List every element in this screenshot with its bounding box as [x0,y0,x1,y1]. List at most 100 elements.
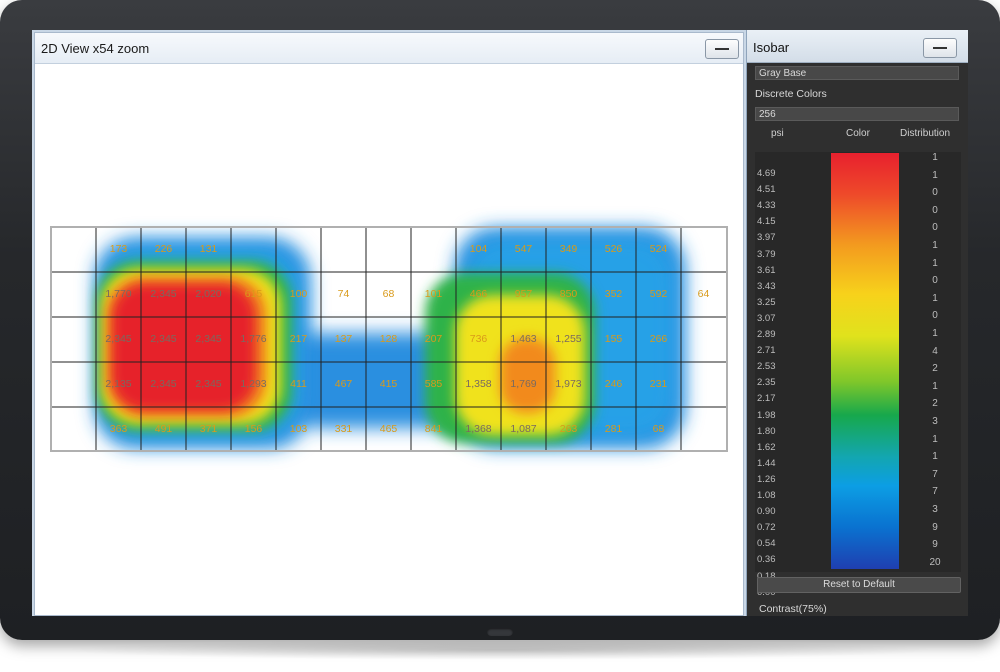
grid-cell-value: 850 [559,288,578,300]
distribution-value: 9 [932,521,938,533]
distribution-value: 3 [932,416,938,427]
isobar-panel: Isobar Gray Base Discrete Colors 256 psi… [746,30,968,616]
grid-cell-value: 415 [379,378,398,390]
grid-cell-value: 74 [337,288,350,300]
distribution-value: 1 [932,152,938,163]
grid-cell-value: 68 [382,288,395,300]
discrete-colors-input[interactable]: 256 [755,107,959,121]
distribution-value: 1 [932,292,938,304]
color-column-header: Color [846,128,870,139]
psi-value: 3.79 [757,248,776,260]
grid-cell-value: 957 [514,288,533,300]
grid-cell-value: 68 [652,423,665,435]
distribution-value: 1 [932,380,938,392]
psi-value: 1.44 [757,457,776,469]
grid-cell-value: 226 [154,243,173,255]
power-button[interactable] [487,628,513,636]
distribution-value: 20 [929,556,941,568]
grid-cell-value: 2,345 [150,378,177,390]
grid-cell-value: 156 [244,423,263,435]
grid-cell-value: 349 [559,243,578,255]
psi-value: 2.53 [757,361,776,373]
monitor-shadow [60,640,940,660]
contrast-label: Contrast(75%) [759,603,827,615]
distribution-value: 1 [932,169,938,181]
psi-value: 2.71 [757,345,776,357]
grid-cell-value: 467 [334,378,353,390]
grid-cell-value: 363 [109,423,128,435]
grid-cell-value: 1,368 [465,423,492,435]
distribution-value: 0 [932,275,938,287]
psi-value: 3.61 [757,264,776,276]
psi-value: 1.08 [757,490,776,501]
grid-cell-value: 411 [290,378,307,390]
grid-cell-value: 331 [334,423,353,435]
distribution-value: 0 [932,204,938,216]
app-screen: 2D View x54 zoom 173 226 131 104 547 349… [32,30,968,616]
color-scale-bar[interactable] [831,153,899,569]
grid-cell-value: 100 [289,288,308,300]
grid-cell-value: 2,345 [150,288,177,300]
distribution-value: 0 [932,310,938,322]
grid-cell-value: 352 [604,288,623,300]
grid-cell-value: 137 [334,333,353,345]
grid-cell-value: 491 [154,423,173,435]
grid-cell-value: 1,358 [465,378,492,390]
psi-value: 4.15 [757,216,776,228]
grid-cell-value: 1,255 [555,333,582,345]
psi-value: 2.35 [757,377,776,389]
grid-cell-value: 1,463 [510,333,537,345]
distribution-value: 0 [932,187,938,199]
grid-cell-value: 207 [424,333,443,345]
discrete-colors-label: Discrete Colors [755,88,827,100]
grid-cell-value: 736 [469,333,488,345]
distribution-value: 2 [932,363,938,375]
distribution-value: 0 [932,222,938,234]
grid-cell-value: 2,345 [105,333,132,345]
grid-cell-value: 266 [649,333,668,345]
psi-value: 1.62 [757,441,776,453]
psi-value: 2.89 [757,329,776,340]
grid-cell-value: 465 [379,423,398,435]
grid-cell-value: 103 [289,423,308,435]
psi-value: 1.98 [757,409,776,421]
psi-value: 1.80 [757,425,776,437]
psi-value: 1.26 [757,473,776,485]
grid-cell-value: 2,345 [195,378,222,390]
grid-cell-value: 2,135 [105,378,132,390]
grid-cell-value: 524 [649,243,668,255]
grid-cell-value: 1,770 [105,288,132,300]
psi-value: 0.36 [757,554,776,566]
isobar-minimize-button[interactable] [923,38,957,58]
minimize-icon [933,47,947,49]
base-select[interactable]: Gray Base [755,66,959,80]
distribution-value: 3 [932,504,938,515]
distribution-value: 1 [932,257,938,269]
reset-to-default-button[interactable]: Reset to Default [757,577,961,593]
isobar-scale: 4.69 4.51 4.33 4.15 3.97 3.79 3.61 3.43 3.25 3.07… [755,152,961,598]
grid-cell-value: 131 [199,243,218,255]
grid-cell-value: 101 [424,288,443,300]
distribution-value: 1 [932,433,938,445]
grid-cell-value: 592 [649,288,668,300]
distribution-value: 4 [932,345,938,357]
grid-cell-value: 281 [604,423,623,435]
grid-cell-value: 104 [469,243,488,255]
grid-cell-value: 2,345 [195,333,222,345]
psi-value: 0.90 [757,506,776,518]
grid-cell-value: 585 [424,378,443,390]
grid-cell-value: 2,020 [195,288,222,300]
psi-value: 3.43 [757,280,776,292]
monitor-bezel: 2D View x54 zoom 173 226 131 104 547 349… [0,0,1000,640]
distribution-value: 7 [932,486,938,498]
grid-cell-value: 263 [559,423,578,435]
psi-value: 0.72 [757,522,776,534]
grid-cell-value: 2,345 [150,333,177,345]
distribution-value: 1 [932,328,938,339]
grid-cell-value: 371 [199,423,218,435]
grid-cell-value: 1,769 [510,378,537,390]
grid-cell-value: 155 [604,333,623,345]
distribution-value: 7 [932,468,938,480]
grid-cell-value: 547 [514,243,533,255]
psi-value: 3.25 [757,296,776,308]
